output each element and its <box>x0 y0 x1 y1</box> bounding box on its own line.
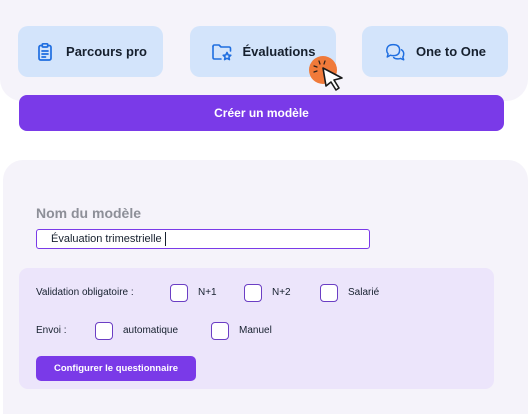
text-caret <box>164 232 166 246</box>
checkbox-n2-label: N+2 <box>272 287 291 298</box>
tile-label: Parcours pro <box>66 44 147 59</box>
checkbox-salarie[interactable] <box>320 284 338 302</box>
pointer-arrow-icon <box>313 60 343 91</box>
checkbox-n1-label: N+1 <box>198 287 217 298</box>
model-name-value: Évaluation trimestrielle <box>51 233 162 245</box>
mouse-cursor <box>309 56 349 96</box>
model-name-input[interactable]: Évaluation trimestrielle <box>36 229 370 249</box>
checkbox-automatique-label: automatique <box>123 325 179 336</box>
create-model-button[interactable]: Créer un modèle <box>19 95 504 131</box>
checkbox-salarie-label: Salarié <box>348 287 380 298</box>
folder-star-icon <box>211 41 233 63</box>
tile-label: One to One <box>415 44 487 59</box>
validation-label: Validation obligatoire : <box>36 287 134 298</box>
checkbox-manuel[interactable] <box>211 322 229 340</box>
chat-bubbles-icon <box>384 41 406 63</box>
checkbox-manuel-label: Manuel <box>239 325 272 336</box>
configure-questionnaire-button[interactable]: Configurer le questionnaire <box>36 356 196 381</box>
tile-label: Évaluations <box>242 44 316 59</box>
envoi-label: Envoi : <box>36 325 67 336</box>
checkbox-automatique[interactable] <box>95 322 113 340</box>
model-name-title: Nom du modèle <box>36 205 142 221</box>
checkbox-n2[interactable] <box>244 284 262 302</box>
tile-one-to-one[interactable]: One to One <box>362 26 508 77</box>
tile-parcours-pro[interactable]: Parcours pro <box>18 26 163 77</box>
clipboard-icon <box>34 41 56 63</box>
checkbox-n1[interactable] <box>170 284 188 302</box>
